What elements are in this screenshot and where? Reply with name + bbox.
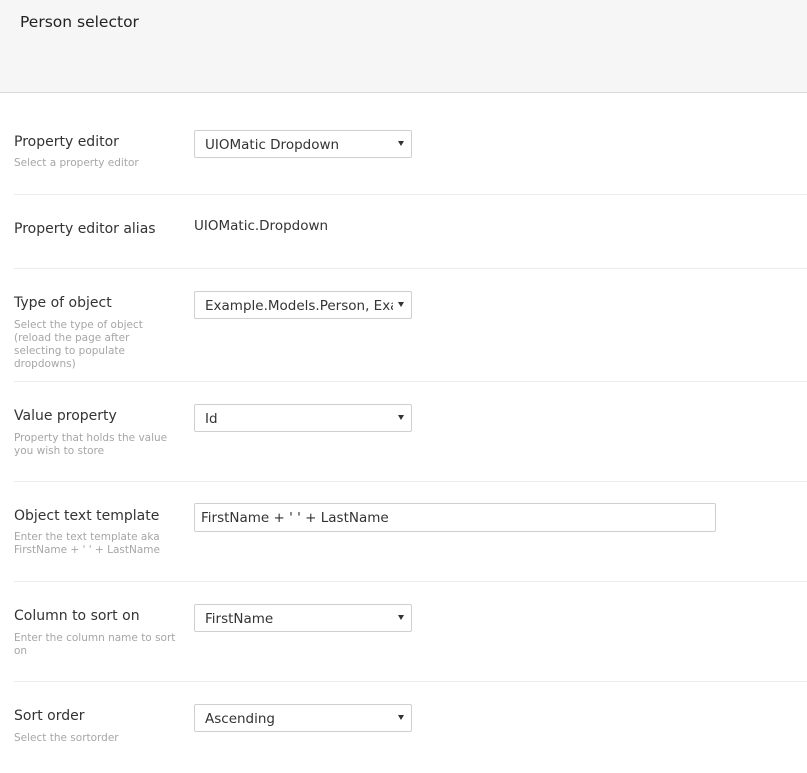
caret-down-icon	[398, 715, 404, 720]
type-of-object-select[interactable]: Example.Models.Person, Example	[194, 291, 412, 319]
property-editor-description: Select a property editor	[14, 157, 139, 169]
row-divider	[14, 581, 807, 582]
property-editor-select-value: UIOMatic Dropdown	[205, 137, 340, 153]
row-divider	[14, 481, 807, 482]
object-text-template-input[interactable]	[194, 503, 716, 532]
row-divider	[14, 268, 807, 269]
column-to-sort-on-description: Enter the column name to sort on	[14, 632, 176, 657]
type-of-object-select-value: Example.Models.Person, Example	[205, 298, 393, 314]
value-property-label: Value property	[14, 408, 117, 424]
property-editor-label: Property editor	[14, 134, 119, 150]
column-to-sort-on-select[interactable]: FirstName	[194, 604, 412, 632]
property-editor-alias-value: UIOMatic.Dropdown	[194, 218, 329, 234]
value-property-select[interactable]: Id	[194, 404, 412, 432]
column-to-sort-on-label: Column to sort on	[14, 608, 140, 624]
type-of-object-description: Select the type of object (reload the pa…	[14, 319, 143, 370]
column-to-sort-on-select-value: FirstName	[205, 611, 274, 627]
value-property-description: Property that holds the value you wish t…	[14, 432, 168, 457]
caret-down-icon	[398, 141, 404, 146]
row-divider	[14, 681, 807, 682]
sort-order-description: Select the sortorder	[14, 732, 119, 744]
caret-down-icon	[398, 615, 404, 620]
row-divider	[14, 194, 807, 195]
sort-order-select-value: Ascending	[205, 711, 275, 727]
page-header: Person selector	[0, 0, 807, 93]
value-property-select-value: Id	[205, 411, 218, 427]
caret-down-icon	[398, 302, 404, 307]
row-divider	[14, 381, 807, 382]
page-title: Person selector	[20, 13, 139, 31]
caret-down-icon	[398, 415, 404, 420]
sort-order-label: Sort order	[14, 708, 85, 724]
property-editor-select[interactable]: UIOMatic Dropdown	[194, 130, 412, 158]
type-of-object-label: Type of object	[14, 295, 112, 311]
sort-order-select[interactable]: Ascending	[194, 704, 412, 732]
property-editor-alias-label: Property editor alias	[14, 221, 156, 237]
object-text-template-description: Enter the text template aka FirstName + …	[14, 531, 160, 556]
object-text-template-label: Object text template	[14, 508, 160, 524]
